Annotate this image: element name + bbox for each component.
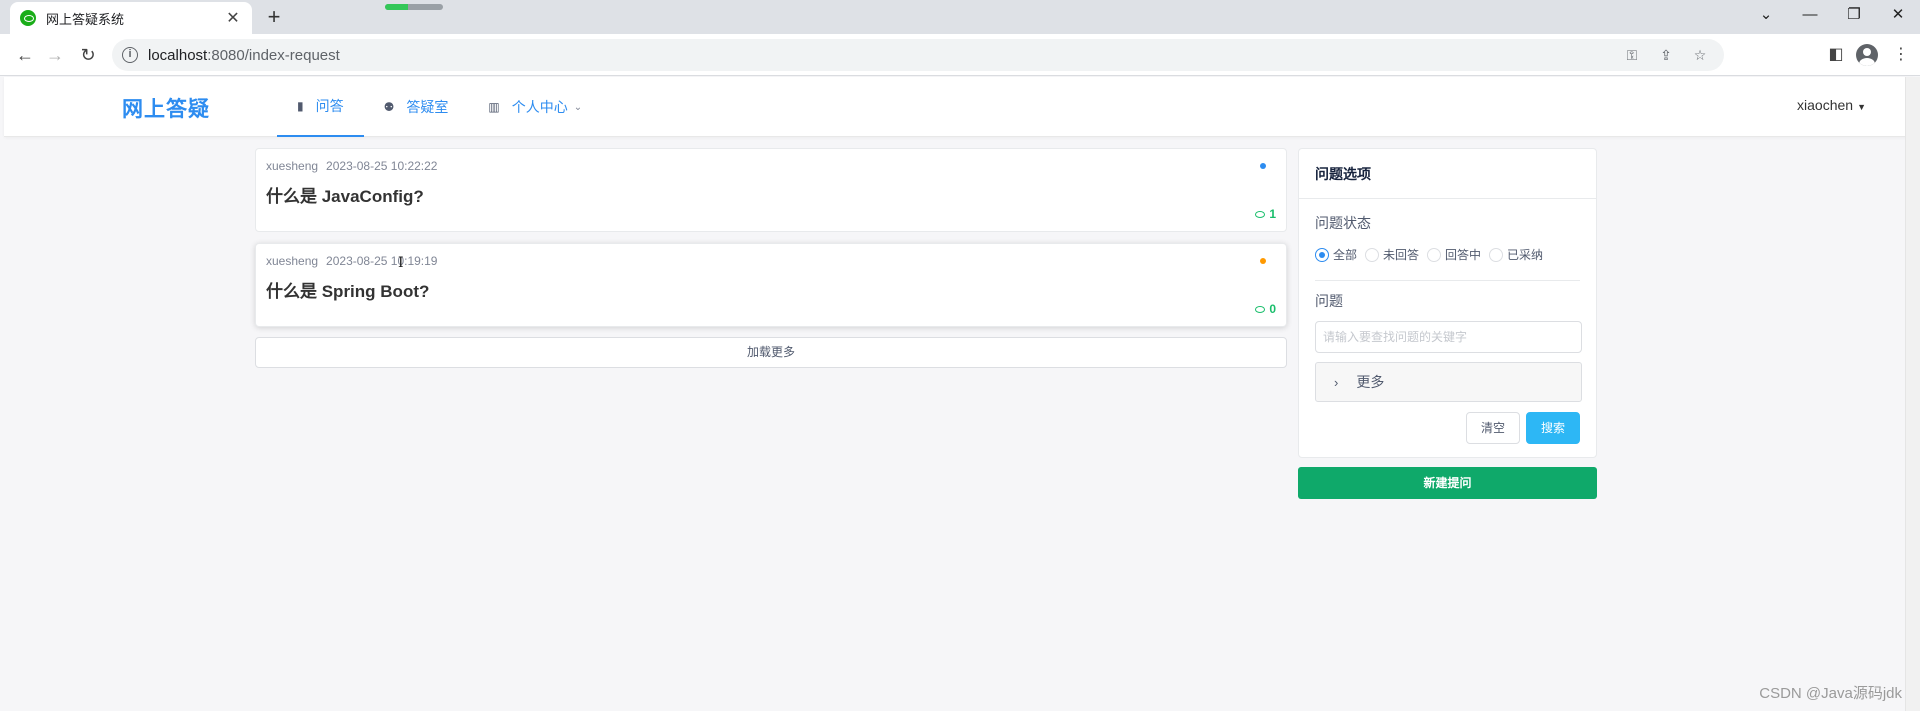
watermark: CSDN @Java源码jdk — [1759, 685, 1902, 702]
loading-indicator — [385, 4, 443, 10]
caret-down-icon: ▼ — [1857, 102, 1866, 112]
question-card[interactable]: xuesheng 2023-08-25 10:22:22 什么是 JavaConf… — [255, 148, 1287, 232]
comment-icon — [1255, 211, 1266, 219]
nav-label: 问答 — [315, 98, 344, 114]
chevron-down-icon: ⌄ — [573, 101, 583, 113]
page: 网上答疑 ▮ 问答 ⚉ 答疑室 ▥ 个人中心 ⌄ xiaochen ▼ xuesh… — [0, 77, 1920, 711]
status-dot — [1260, 163, 1266, 169]
question-title[interactable]: 什么是 JavaConfig? — [266, 182, 424, 207]
close-tab-icon[interactable]: ✕ — [224, 8, 242, 28]
question-meta: xuesheng 2023-08-25 10:22:22 — [266, 159, 437, 173]
question-author: xuesheng — [266, 254, 319, 268]
chevron-right-icon: › — [1334, 374, 1339, 390]
status-radio-group: 全部 未回答 回答中 已采纳 — [1315, 246, 1580, 263]
question-meta: xuesheng 2023-08-25 10:19:19 — [266, 254, 437, 268]
answer-count: 0 — [1255, 302, 1276, 316]
book-icon: ▮ — [297, 99, 304, 113]
browser-tab[interactable]: 网上答疑系统 ✕ — [10, 2, 252, 34]
site-info-icon[interactable]: i — [122, 47, 138, 63]
panel-title: 问题选项 — [1299, 149, 1596, 199]
main-nav: ▮ 问答 ⚉ 答疑室 ▥ 个人中心 ⌄ — [277, 77, 602, 137]
wechat-favicon-icon — [20, 10, 36, 26]
key-icon[interactable]: ⚿ — [1622, 45, 1642, 65]
clear-button[interactable]: 清空 — [1465, 412, 1520, 444]
browser-tab-strip: 网上答疑系统 ✕ + ⌄ — ❐ ✕ — [0, 0, 1920, 34]
page-scrollbar[interactable] — [1905, 77, 1920, 711]
minimize-icon[interactable]: — — [1788, 0, 1832, 30]
question-options-panel: 问题选项 问题状态 全部 未回答 回答中 已采纳 问题 › 更多 清空 搜索 — [1298, 148, 1597, 458]
close-window-icon[interactable]: ✕ — [1876, 0, 1920, 30]
nav-item-room[interactable]: ⚉ 答疑室 — [364, 77, 469, 137]
nav-label: 个人中心 — [511, 99, 568, 115]
radio-answering[interactable]: 回答中 — [1427, 246, 1481, 263]
radio-all[interactable]: 全部 — [1315, 246, 1357, 263]
username: xiaochen — [1797, 97, 1854, 113]
more-label: 更多 — [1356, 374, 1385, 390]
status-label: 问题状态 — [1315, 215, 1371, 231]
browser-toolbar: ← → ↻ i localhost:8080/index-request ⚿ ⇪… — [0, 34, 1920, 76]
site-header: 网上答疑 ▮ 问答 ⚉ 答疑室 ▥ 个人中心 ⌄ xiaochen ▼ — [4, 77, 1916, 137]
bookmark-star-icon[interactable]: ☆ — [1690, 45, 1710, 65]
profile-button[interactable] — [1854, 42, 1880, 68]
bar-chart-icon: ▥ — [488, 100, 500, 114]
comment-icon — [1255, 306, 1266, 314]
share-icon[interactable]: ⇪ — [1656, 45, 1676, 65]
question-label: 问题 — [1315, 293, 1343, 309]
tab-search-chevron-icon[interactable]: ⌄ — [1744, 0, 1788, 30]
group-icon: ⚉ — [383, 100, 395, 114]
profile-avatar-icon — [1856, 44, 1878, 66]
radio-adopted[interactable]: 已采纳 — [1489, 246, 1543, 263]
user-menu[interactable]: xiaochen ▼ — [1797, 97, 1866, 113]
new-question-button[interactable]: 新建提问 — [1298, 467, 1597, 499]
radio-unanswered[interactable]: 未回答 — [1365, 246, 1419, 263]
nav-item-qa[interactable]: ▮ 问答 — [277, 77, 364, 137]
forward-icon[interactable]: → — [42, 42, 68, 68]
question-date: 2023-08-25 10:19:19 — [326, 254, 438, 268]
question-date: 2023-08-25 10:22:22 — [326, 159, 438, 173]
question-card[interactable]: xuesheng 2023-08-25 10:19:19 什么是 Spring B… — [255, 243, 1287, 327]
load-more-button[interactable]: 加载更多 — [255, 337, 1287, 368]
side-panel-icon[interactable]: ◧ — [1823, 42, 1849, 68]
url-text[interactable]: localhost:8080/index-request — [148, 47, 340, 64]
search-button[interactable]: 搜索 — [1525, 412, 1580, 444]
reload-icon[interactable]: ↻ — [75, 42, 101, 68]
status-dot — [1260, 258, 1266, 264]
text-cursor-icon: I — [398, 255, 404, 271]
address-bar[interactable]: i localhost:8080/index-request ⚿ ⇪ ☆ — [112, 39, 1724, 71]
menu-kebab-icon[interactable]: ⋮ — [1888, 42, 1914, 68]
tab-title: 网上答疑系统 — [46, 11, 125, 27]
more-collapse[interactable]: › 更多 — [1315, 362, 1582, 402]
new-tab-button[interactable]: + — [262, 4, 286, 30]
keyword-search-input[interactable] — [1315, 321, 1582, 353]
restore-icon[interactable]: ❐ — [1832, 0, 1876, 30]
nav-item-personal-center[interactable]: ▥ 个人中心 ⌄ — [468, 77, 602, 137]
divider — [1315, 280, 1580, 281]
question-author: xuesheng — [266, 159, 319, 173]
question-title[interactable]: 什么是 Spring Boot? — [266, 277, 429, 302]
site-brand[interactable]: 网上答疑 — [122, 93, 210, 123]
answer-count: 1 — [1255, 207, 1276, 221]
nav-label: 答疑室 — [406, 99, 449, 115]
back-icon[interactable]: ← — [12, 42, 38, 68]
